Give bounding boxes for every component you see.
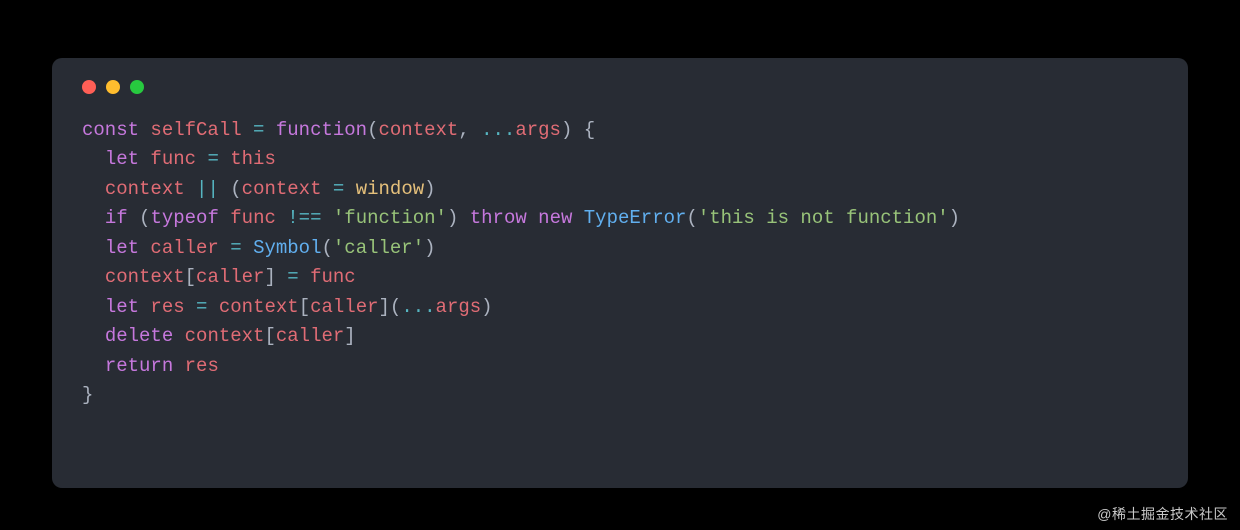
code-token: ... (481, 119, 515, 141)
code-token (242, 237, 253, 259)
code-token: throw (470, 207, 538, 229)
window-controls (82, 80, 1158, 94)
close-icon[interactable] (82, 80, 96, 94)
code-token: caller (310, 296, 378, 318)
code-token: ] (264, 266, 287, 288)
code-token: [ (185, 266, 196, 288)
code-token (82, 325, 105, 347)
code-token (82, 178, 105, 200)
code-token: ) (949, 207, 960, 229)
code-token: args (515, 119, 561, 141)
code-token: func (230, 207, 276, 229)
code-token (322, 178, 333, 200)
zoom-icon[interactable] (130, 80, 144, 94)
code-token: 'function' (333, 207, 447, 229)
code-token: 'this is not function' (698, 207, 949, 229)
code-token (219, 148, 230, 170)
minimize-icon[interactable] (106, 80, 120, 94)
code-token (322, 207, 333, 229)
code-token: ( (367, 119, 378, 141)
code-token (264, 119, 275, 141)
code-token: ) (447, 207, 470, 229)
code-token (82, 148, 105, 170)
code-token: ( (219, 178, 242, 200)
stage: const selfCall = function(context, ...ar… (0, 0, 1240, 530)
code-token: delete (105, 325, 185, 347)
code-token: , (458, 119, 481, 141)
code-token (82, 296, 105, 318)
code-token: = (207, 148, 218, 170)
code-token (196, 148, 207, 170)
code-token: caller (276, 325, 344, 347)
code-token: context (242, 178, 322, 200)
code-token: ... (401, 296, 435, 318)
code-token: = (287, 266, 298, 288)
code-token (219, 237, 230, 259)
code-token: !== (287, 207, 321, 229)
code-token: let (105, 148, 151, 170)
code-token: ) (424, 178, 435, 200)
code-token: new (538, 207, 584, 229)
code-token: this (230, 148, 276, 170)
code-token (207, 296, 218, 318)
code-token: func (150, 148, 196, 170)
code-token: if (105, 207, 139, 229)
code-token: context (185, 325, 265, 347)
code-token: let (105, 296, 151, 318)
code-token: ) (424, 237, 435, 259)
code-token: context (105, 178, 185, 200)
code-token (185, 296, 196, 318)
code-window: const selfCall = function(context, ...ar… (52, 58, 1188, 488)
code-token: ]( (379, 296, 402, 318)
code-token (82, 266, 105, 288)
code-token: selfCall (150, 119, 241, 141)
watermark: @稀土掘金技术社区 (1097, 504, 1228, 524)
code-token: Symbol (253, 237, 321, 259)
code-token: res (150, 296, 184, 318)
code-token: [ (299, 296, 310, 318)
code-token: 'caller' (333, 237, 424, 259)
code-token: TypeError (584, 207, 687, 229)
code-token: caller (196, 266, 264, 288)
code-token: caller (150, 237, 218, 259)
code-token: context (219, 296, 299, 318)
code-token: = (333, 178, 344, 200)
code-token: ) (481, 296, 492, 318)
code-token (185, 178, 196, 200)
code-token: args (436, 296, 482, 318)
code-token: return (105, 355, 185, 377)
code-token: } (82, 384, 93, 406)
code-token (82, 355, 105, 377)
code-token: = (196, 296, 207, 318)
code-token: context (378, 119, 458, 141)
code-token: const (82, 119, 150, 141)
code-token: [ (264, 325, 275, 347)
code-token: = (230, 237, 241, 259)
code-token: ( (321, 237, 332, 259)
code-token: res (185, 355, 219, 377)
code-token: let (105, 237, 151, 259)
code-token: typeof (150, 207, 230, 229)
code-token: ( (139, 207, 150, 229)
code-token: ( (686, 207, 697, 229)
code-token (276, 207, 287, 229)
code-token: func (310, 266, 356, 288)
code-token (242, 119, 253, 141)
code-token (344, 178, 355, 200)
code-token: window (356, 178, 424, 200)
code-token (82, 207, 105, 229)
code-token: ) { (561, 119, 595, 141)
code-token (299, 266, 310, 288)
code-token (82, 237, 105, 259)
code-token: || (196, 178, 219, 200)
code-token: context (105, 266, 185, 288)
code-token: function (276, 119, 367, 141)
code-block: const selfCall = function(context, ...ar… (82, 116, 1158, 410)
code-token: ] (344, 325, 355, 347)
code-token: = (253, 119, 264, 141)
